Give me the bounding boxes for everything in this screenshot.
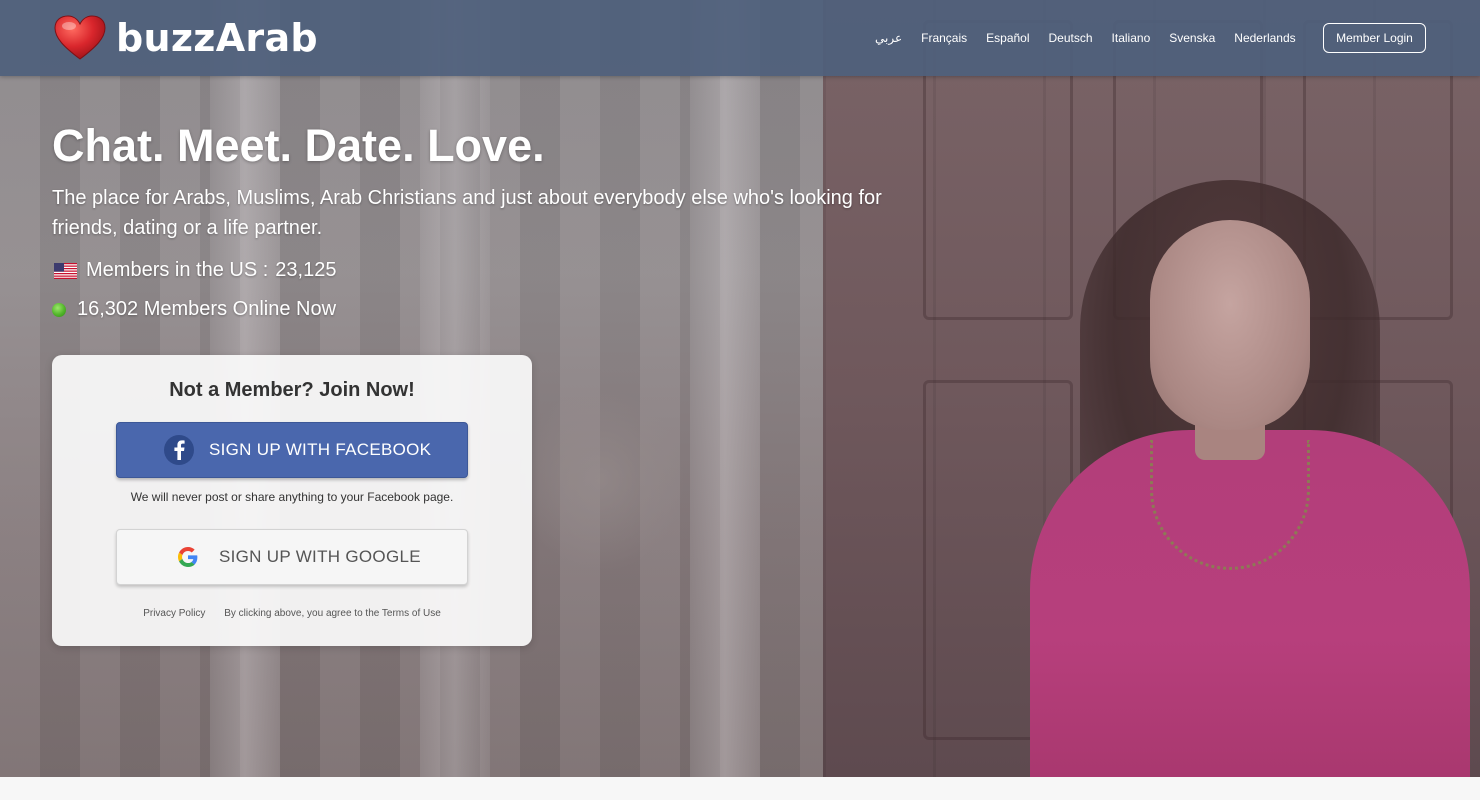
member-login-button[interactable]: Member Login (1323, 23, 1426, 53)
terms-of-use-text[interactable]: By clicking above, you agree to the Term… (224, 608, 441, 619)
top-navbar: buzzArab عربي Français Español Deutsch I… (0, 0, 1480, 76)
online-count-row: 16,302 Members Online Now (52, 298, 336, 321)
brand-logo[interactable]: buzzArab (54, 15, 318, 61)
brand-name: buzzArab (116, 16, 318, 60)
google-signup-button[interactable]: SIGN UP WITH GOOGLE (116, 529, 468, 585)
signup-footer: Privacy Policy By clicking above, you ag… (52, 608, 532, 619)
language-link-arabic[interactable]: عربي (875, 31, 902, 45)
google-signup-label: SIGN UP WITH GOOGLE (219, 547, 421, 566)
language-link-swedish[interactable]: Svenska (1169, 31, 1215, 45)
facebook-icon (164, 435, 194, 465)
privacy-policy-link[interactable]: Privacy Policy (143, 608, 205, 619)
google-icon (178, 547, 198, 567)
online-status-icon (52, 302, 66, 317)
members-count: 23,125 (275, 259, 337, 281)
language-link-dutch[interactable]: Nederlands (1234, 31, 1295, 45)
members-count-row: Members in the US : 23,125 (52, 259, 336, 282)
hero-tagline: The place for Arabs, Muslims, Arab Chris… (52, 187, 882, 239)
online-count-text: 16,302 Members Online Now (77, 298, 337, 320)
language-link-spanish[interactable]: Español (986, 31, 1029, 45)
language-link-italian[interactable]: Italiano (1112, 31, 1151, 45)
hero-headline: Chat. Meet. Date. Love. (52, 120, 545, 171)
members-label: Members in the US : (86, 259, 269, 281)
facebook-signup-button[interactable]: SIGN UP WITH FACEBOOK (116, 422, 468, 478)
facebook-privacy-note: We will never post or share anything to … (130, 490, 454, 504)
language-link-french[interactable]: Français (921, 31, 967, 45)
signup-title: Not a Member? Join Now! (169, 379, 415, 401)
language-link-german[interactable]: Deutsch (1049, 31, 1093, 45)
facebook-signup-label: SIGN UP WITH FACEBOOK (209, 440, 432, 459)
page-bottom-strip (0, 777, 1480, 800)
woman-photo (1030, 160, 1470, 777)
us-flag-icon (54, 262, 77, 279)
heart-logo-icon (54, 15, 106, 60)
language-menu: عربي Français Español Deutsch Italiano S… (875, 31, 1315, 45)
signup-card: Not a Member? Join Now! SIGN UP WITH FAC… (52, 355, 532, 646)
